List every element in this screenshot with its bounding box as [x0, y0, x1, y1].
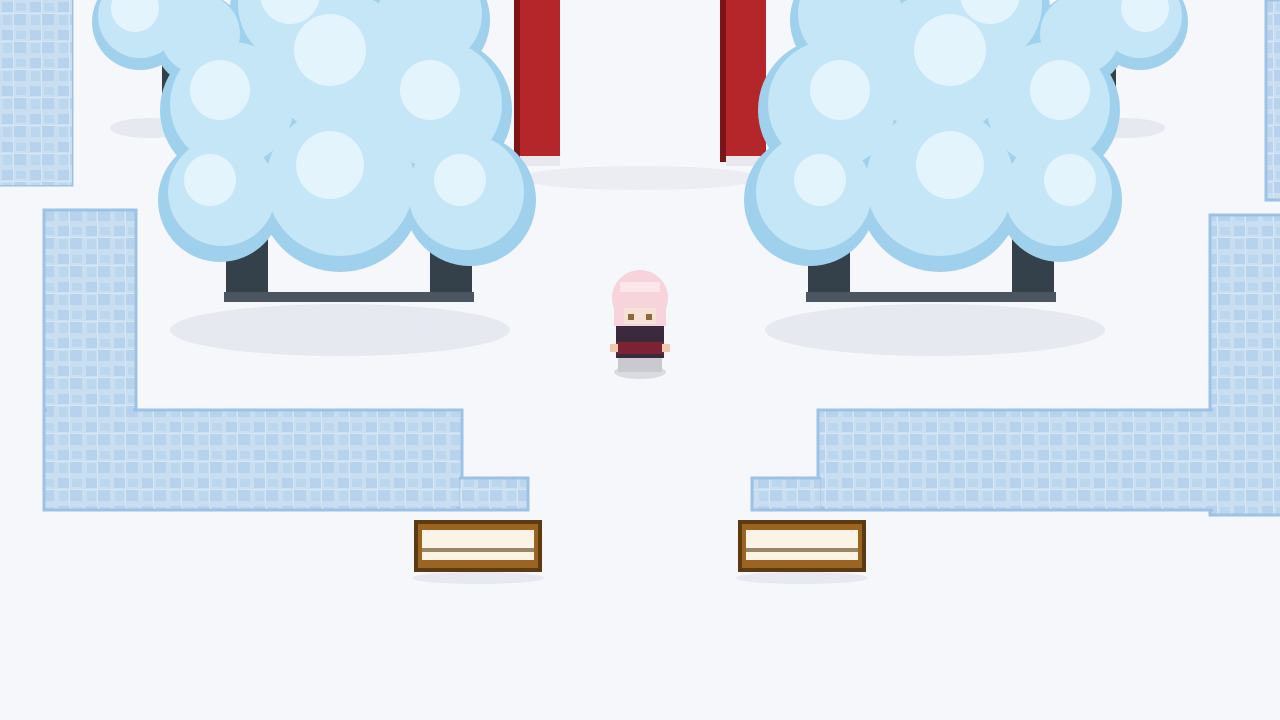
torii-pillar-right	[720, 0, 766, 162]
bench-left[interactable]	[412, 520, 544, 584]
game-scene[interactable]	[0, 0, 1280, 720]
game-world[interactable]	[0, 0, 1280, 720]
torii-pillar-left	[514, 0, 560, 162]
player-character[interactable]	[610, 270, 670, 379]
bench-right[interactable]	[736, 520, 868, 584]
